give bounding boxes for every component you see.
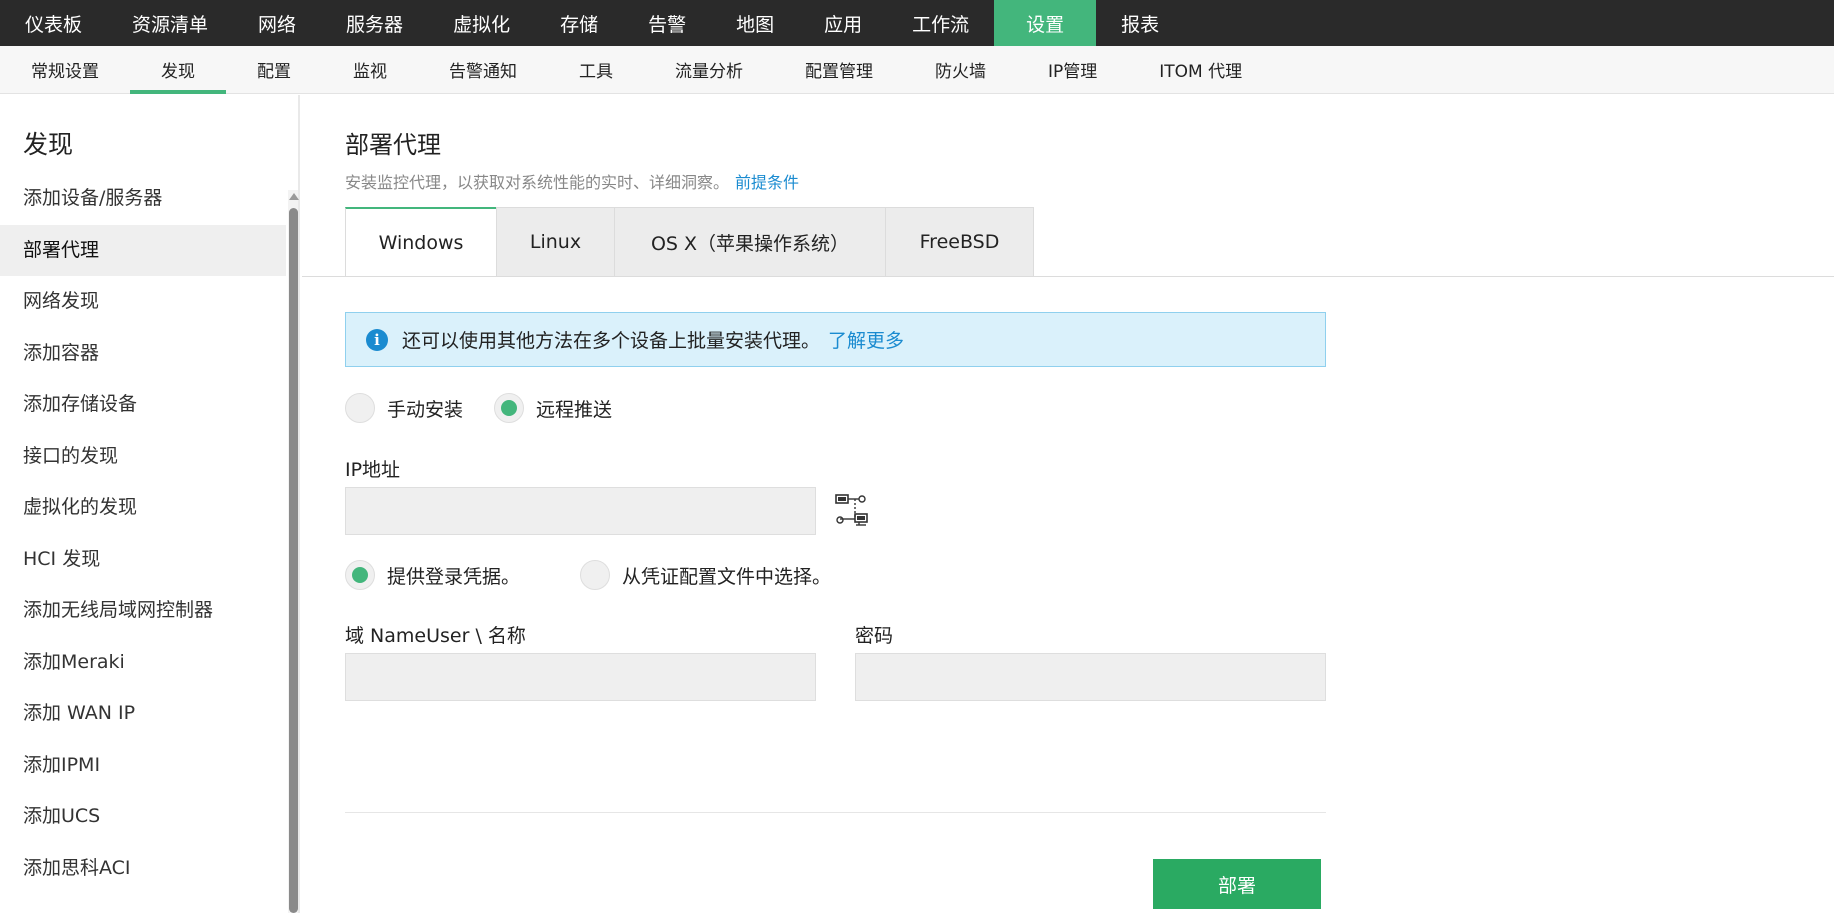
radio-credential-profile[interactable]: 从凭证配置文件中选择。 xyxy=(580,560,831,590)
topnav-item-dashboard[interactable]: 仪表板 xyxy=(0,0,107,46)
sidebar-item-network-discovery[interactable]: 网络发现 xyxy=(0,276,286,328)
subnav-item-monitoring[interactable]: 监视 xyxy=(322,46,418,93)
radio-circle[interactable] xyxy=(580,560,610,590)
password-label: 密码 xyxy=(855,625,894,647)
top-navigation: 仪表板 资源清单 网络 服务器 虚拟化 存储 告警 地图 应用 工作流 设置 报… xyxy=(0,0,1834,46)
sidebar-item-add-device[interactable]: 添加设备/服务器 xyxy=(0,173,286,225)
sidebar: 发现 添加设备/服务器 部署代理 网络发现 添加容器 添加存储设备 接口的发现 … xyxy=(0,95,300,913)
subnav-item-alarm-notification[interactable]: 告警通知 xyxy=(418,46,548,93)
page-description: 安装监控代理，以获取对系统性能的实时、详细洞察。 前提条件 xyxy=(345,169,799,193)
radio-circle-selected[interactable] xyxy=(345,560,375,590)
radio-circle[interactable] xyxy=(345,393,375,423)
ip-address-label: IP地址 xyxy=(345,459,401,481)
sidebar-item-add-meraki[interactable]: 添加Meraki xyxy=(0,637,286,689)
ip-address-input[interactable] xyxy=(345,487,816,535)
username-label: 域 NameUser \ 名称 xyxy=(345,625,526,647)
subnav-item-itom-agent[interactable]: ITOM 代理 xyxy=(1128,46,1273,93)
topnav-item-alarms[interactable]: 告警 xyxy=(623,0,711,46)
topnav-item-workflow[interactable]: 工作流 xyxy=(887,0,994,46)
radio-remote-push[interactable]: 远程推送 xyxy=(494,393,612,423)
radio-manual-install-label: 手动安装 xyxy=(387,398,464,421)
sidebar-item-add-ucs[interactable]: 添加UCS xyxy=(0,791,286,843)
subnav-item-firewall[interactable]: 防火墙 xyxy=(904,46,1017,93)
radio-credential-profile-label: 从凭证配置文件中选择。 xyxy=(622,565,832,588)
tab-windows[interactable]: Windows xyxy=(345,207,497,277)
sidebar-item-add-wan-ip[interactable]: 添加 WAN IP xyxy=(0,688,286,740)
topnav-item-storage[interactable]: 存储 xyxy=(535,0,623,46)
info-banner-text: 还可以使用其他方法在多个设备上批量安装代理。 xyxy=(402,330,821,352)
topnav-item-servers[interactable]: 服务器 xyxy=(321,0,428,46)
sidebar-item-add-container[interactable]: 添加容器 xyxy=(0,328,286,380)
sidebar-item-deploy-agent[interactable]: 部署代理 xyxy=(0,224,286,276)
topnav-item-reports[interactable]: 报表 xyxy=(1096,0,1184,46)
scroll-up-arrow-icon[interactable] xyxy=(289,193,299,200)
topnav-item-maps[interactable]: 地图 xyxy=(711,0,799,46)
sidebar-item-add-cisco-aci[interactable]: 添加思科ACI xyxy=(0,843,286,895)
sidebar-item-add-ipmi[interactable]: 添加IPMI xyxy=(0,740,286,792)
sidebar-item-interface-discovery[interactable]: 接口的发现 xyxy=(0,431,286,483)
tabs-divider xyxy=(302,276,1834,277)
password-input[interactable] xyxy=(855,653,1326,701)
tab-freebsd[interactable]: FreeBSD xyxy=(885,207,1034,277)
sidebar-list: 添加设备/服务器 部署代理 网络发现 添加容器 添加存储设备 接口的发现 虚拟化… xyxy=(0,173,286,894)
radio-circle-selected[interactable] xyxy=(494,393,524,423)
username-input[interactable] xyxy=(345,653,816,701)
sub-navigation: 常规设置 发现 配置 监视 告警通知 工具 流量分析 配置管理 防火墙 IP管理… xyxy=(0,46,1834,94)
sidebar-item-add-wlc[interactable]: 添加无线局域网控制器 xyxy=(0,585,286,637)
sidebar-item-virtualization-discovery[interactable]: 虚拟化的发现 xyxy=(0,482,286,534)
network-topology-icon[interactable] xyxy=(835,493,869,527)
deploy-button[interactable]: 部署 xyxy=(1153,859,1321,909)
learn-more-link[interactable]: 了解更多 xyxy=(828,326,904,353)
page-description-text: 安装监控代理，以获取对系统性能的实时、详细洞察。 xyxy=(345,173,730,192)
topnav-item-inventory[interactable]: 资源清单 xyxy=(107,0,233,46)
subnav-item-config-management[interactable]: 配置管理 xyxy=(774,46,904,93)
page-title: 部署代理 xyxy=(345,131,441,159)
subnav-item-general-settings[interactable]: 常规设置 xyxy=(0,46,130,93)
radio-manual-install[interactable]: 手动安装 xyxy=(345,393,463,423)
subnav-item-discovery[interactable]: 发现 xyxy=(130,46,226,94)
sidebar-item-hci-discovery[interactable]: HCI 发现 xyxy=(0,534,286,586)
subnav-item-configuration[interactable]: 配置 xyxy=(226,46,322,93)
os-tabs: Windows Linux OS X（苹果操作系统） FreeBSD xyxy=(345,207,1034,277)
subnav-item-tools[interactable]: 工具 xyxy=(548,46,644,93)
radio-provide-credentials[interactable]: 提供登录凭据。 xyxy=(345,560,520,590)
radio-provide-credentials-label: 提供登录凭据。 xyxy=(387,565,521,588)
topnav-item-network[interactable]: 网络 xyxy=(233,0,321,46)
sidebar-title: 发现 xyxy=(23,130,74,159)
main-content: 部署代理 安装监控代理，以获取对系统性能的实时、详细洞察。 前提条件 Window… xyxy=(302,95,1834,913)
radio-selected-dot xyxy=(352,567,368,583)
radio-remote-push-label: 远程推送 xyxy=(536,398,613,421)
subnav-item-ip-management[interactable]: IP管理 xyxy=(1017,46,1128,93)
prerequisites-link[interactable]: 前提条件 xyxy=(735,173,799,192)
info-banner: i 还可以使用其他方法在多个设备上批量安装代理。 了解更多 xyxy=(345,312,1326,367)
info-icon: i xyxy=(366,328,388,351)
subnav-item-flow-analysis[interactable]: 流量分析 xyxy=(644,46,774,93)
topnav-item-virtualization[interactable]: 虚拟化 xyxy=(428,0,535,46)
sidebar-scrollbar-thumb[interactable] xyxy=(289,208,298,913)
sidebar-item-add-storage[interactable]: 添加存储设备 xyxy=(0,379,286,431)
form-divider xyxy=(345,812,1326,813)
tab-linux[interactable]: Linux xyxy=(496,207,615,277)
tab-osx[interactable]: OS X（苹果操作系统） xyxy=(614,207,886,277)
radio-selected-dot xyxy=(501,400,517,416)
topnav-item-apps[interactable]: 应用 xyxy=(799,0,887,46)
topnav-item-settings[interactable]: 设置 xyxy=(994,0,1097,46)
